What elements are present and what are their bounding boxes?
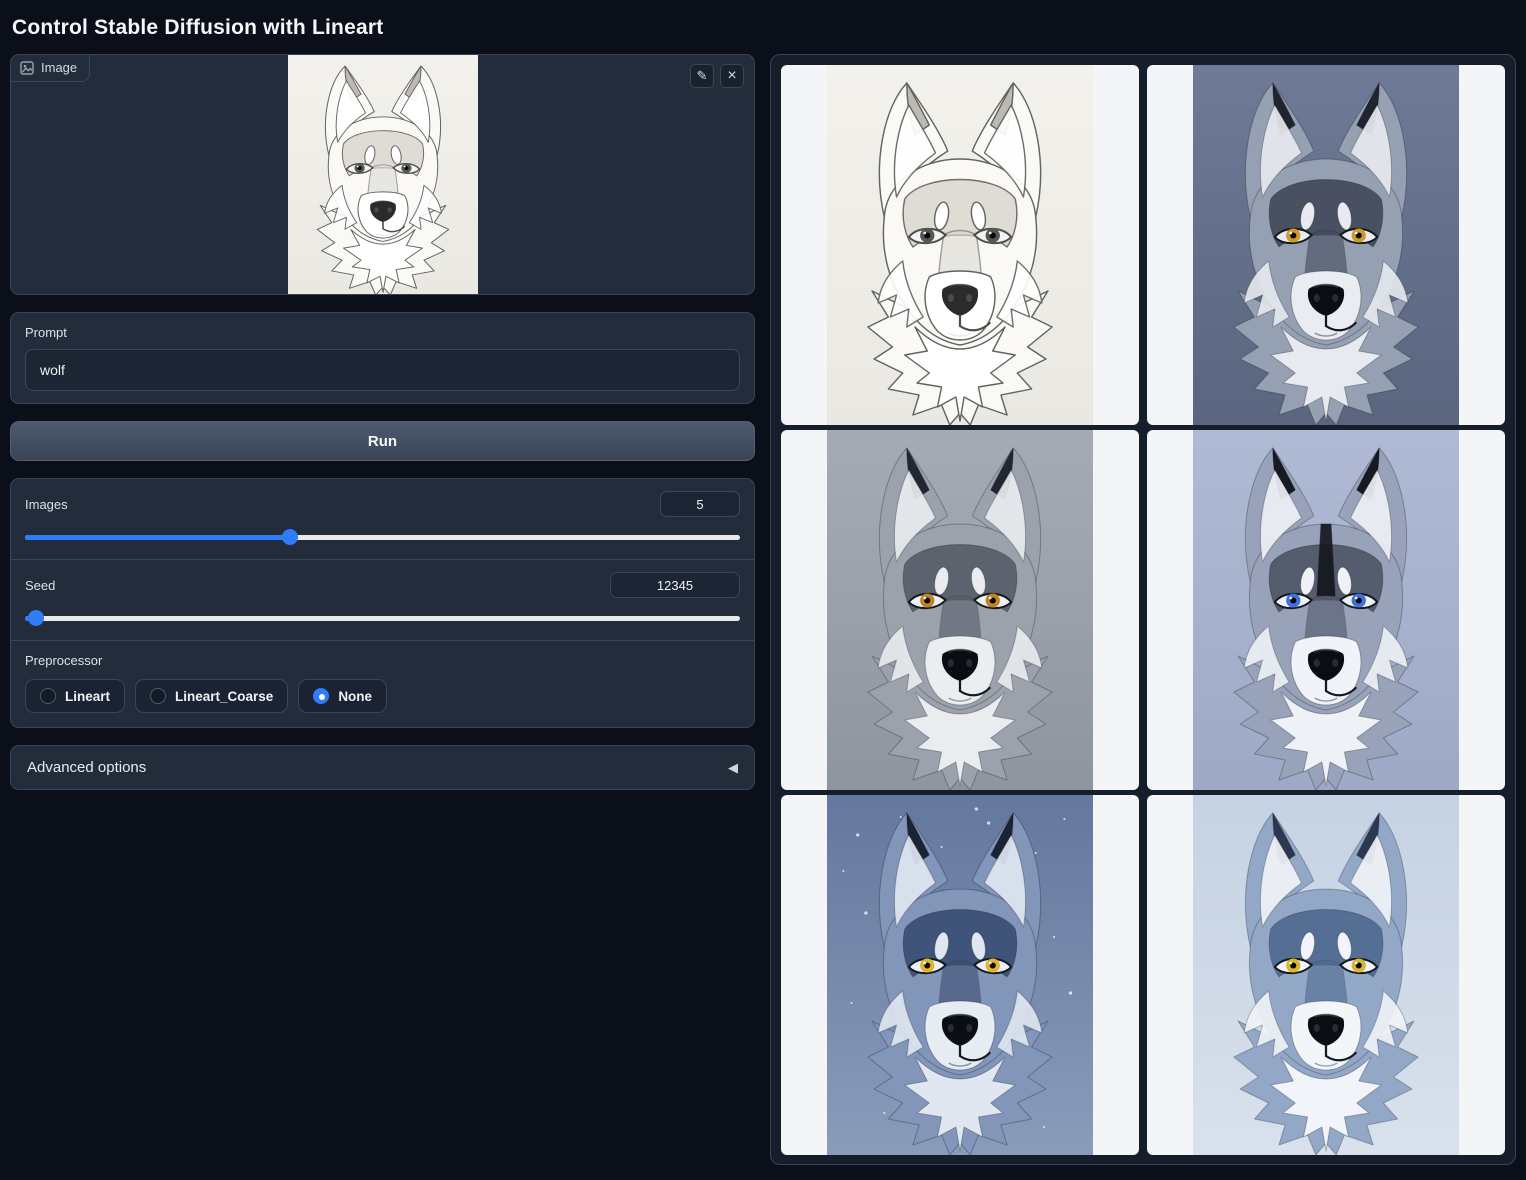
gallery-image-blue-eyed-wolf — [1193, 430, 1459, 790]
gallery-image-gray-wolf-amber-eyes — [1193, 65, 1459, 425]
gallery-item-2[interactable] — [1147, 65, 1505, 425]
radio-lineart-label: Lineart — [65, 688, 111, 704]
close-icon: × — [727, 67, 737, 84]
radio-none-label: None — [338, 688, 373, 704]
gallery-item-3[interactable] — [781, 430, 1139, 790]
radio-none[interactable]: None — [298, 679, 388, 713]
seed-slider[interactable] — [25, 610, 740, 626]
radio-lineart-coarse-label: Lineart_Coarse — [175, 688, 274, 704]
result-gallery — [770, 54, 1516, 1165]
prompt-label: Prompt — [25, 325, 67, 340]
radio-circle — [40, 688, 56, 704]
images-number-input[interactable] — [660, 491, 740, 517]
edit-image-button[interactable]: ✎ — [690, 64, 714, 88]
collapse-arrow-icon: ◀ — [728, 759, 738, 775]
radio-circle — [150, 688, 167, 704]
seed-label: Seed — [25, 577, 56, 593]
prompt-block: Prompt — [10, 312, 755, 404]
images-slider[interactable] — [25, 529, 740, 545]
images-slider-fill — [25, 534, 290, 540]
controls-column: Image ✎ × Prompt wolf Run Images 5 Seed … — [10, 54, 755, 807]
radio-lineart-coarse[interactable]: Lineart_Coarse — [135, 679, 289, 713]
image-input-component: Image ✎ × — [10, 54, 755, 295]
app-root: Control Stable Diffusion with Lineart Im… — [0, 0, 1526, 1165]
gallery-item-5[interactable] — [781, 795, 1139, 1155]
advanced-options-accordion[interactable]: Advanced options ◀ — [10, 745, 755, 790]
radio-lineart[interactable]: Lineart — [25, 679, 126, 713]
pencil-icon: ✎ — [696, 68, 708, 83]
image-input-label: Image — [11, 55, 91, 82]
gallery-item-1[interactable] — [781, 65, 1139, 425]
gallery-image-gray-wolf-orange-eyes — [827, 430, 1093, 790]
seed-slider-track[interactable] — [25, 615, 740, 621]
gallery-item-4[interactable] — [1147, 430, 1505, 790]
gallery-image-pale-blue-wolf — [1193, 795, 1459, 1155]
advanced-options-label: Advanced options — [27, 759, 147, 776]
preprocessor-row: Preprocessor Lineart Lineart_Coarse None — [11, 641, 754, 727]
clear-image-button[interactable]: × — [720, 64, 744, 88]
run-button[interactable]: Run — [10, 421, 755, 461]
images-slider-row: Images — [11, 479, 754, 560]
seed-slider-thumb[interactable] — [27, 610, 44, 626]
prompt-input[interactable] — [25, 349, 740, 391]
seed-slider-row: Seed — [11, 560, 754, 641]
images-label: Images — [25, 496, 68, 512]
output-column — [770, 54, 1516, 1165]
page-title: Control Stable Diffusion with Lineart — [12, 16, 384, 39]
images-slider-thumb[interactable] — [281, 529, 298, 545]
image-icon — [20, 60, 34, 75]
gallery-image-lineart-sketch — [827, 65, 1093, 425]
seed-number-input[interactable] — [610, 572, 740, 598]
preprocessor-label: Preprocessor — [25, 653, 103, 668]
gallery-item-6[interactable] — [1147, 795, 1505, 1155]
parameters-form: Images Seed — [10, 478, 755, 728]
image-input-label-text: Image — [41, 60, 78, 75]
input-image-thumbnail[interactable] — [287, 55, 478, 294]
gallery-image-night-blue-wolf — [827, 795, 1093, 1155]
radio-circle — [313, 688, 330, 704]
